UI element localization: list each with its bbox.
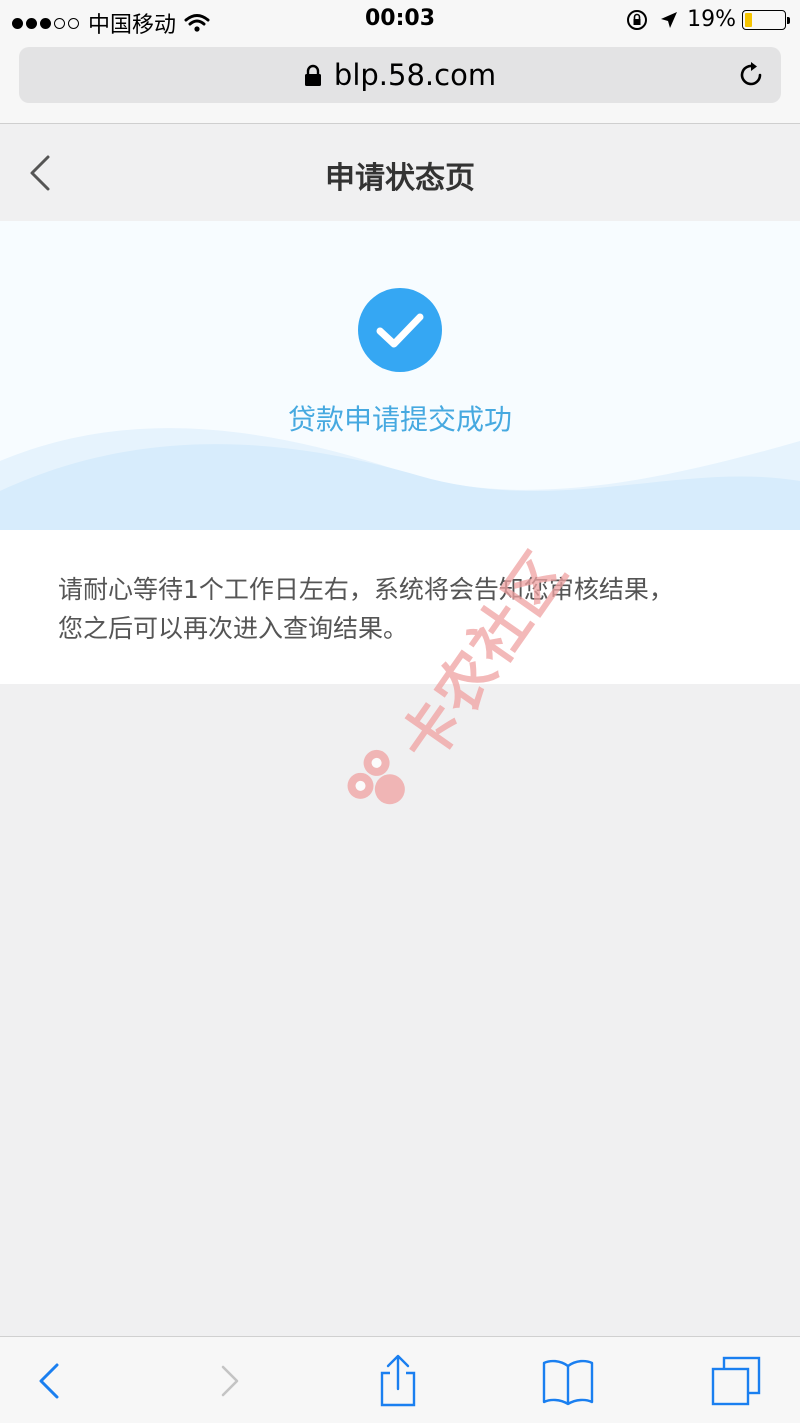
status-right: 19%: [625, 7, 790, 32]
info-line-1: 请耐心等待1个工作日左右，系统将会告知您审核结果，: [58, 575, 674, 604]
share-icon: [380, 1354, 416, 1407]
bookmarks-icon: [542, 1359, 594, 1406]
address-bar[interactable]: blp.58.com: [19, 47, 781, 103]
toolbar-bookmarks-button[interactable]: [538, 1353, 598, 1409]
lock-icon: [304, 64, 321, 86]
tabs-icon: [711, 1356, 761, 1406]
page-header: 申请状态页: [0, 125, 800, 221]
battery-level: [745, 12, 753, 27]
battery-percentage: 19%: [687, 7, 736, 32]
success-banner: 贷款申请提交成功: [0, 221, 800, 530]
success-badge: [358, 288, 442, 372]
toolbar-back-button[interactable]: [20, 1353, 80, 1409]
page-title: 申请状态页: [325, 161, 475, 196]
status-bar: 中国移动 00:03 19%: [0, 0, 800, 40]
watermark-logo: [347, 749, 405, 805]
battery-icon: [742, 9, 790, 30]
toolbar-share-button[interactable]: [368, 1353, 428, 1409]
url-text: blp.58.com: [333, 58, 497, 92]
browser-address-area: blp.58.com: [0, 40, 800, 124]
wave-decoration: [0, 428, 800, 530]
info-text: 请耐心等待1个工作日左右，系统将会告知您审核结果， 您之后可以再次进入查询结果。: [58, 570, 758, 648]
reload-icon[interactable]: [735, 59, 767, 91]
rotation-lock-icon: [627, 9, 648, 30]
browser-toolbar: [0, 1336, 800, 1423]
forward-icon: [221, 1365, 239, 1397]
info-card: 请耐心等待1个工作日左右，系统将会告知您审核结果， 您之后可以再次进入查询结果。: [0, 530, 800, 684]
toolbar-forward-button[interactable]: [198, 1353, 258, 1409]
info-line-2: 您之后可以再次进入查询结果。: [58, 614, 409, 643]
checkmark-icon: [376, 313, 424, 348]
location-arrow-icon: [661, 11, 678, 28]
toolbar-tabs-button[interactable]: [706, 1353, 766, 1409]
back-icon: [39, 1363, 59, 1399]
